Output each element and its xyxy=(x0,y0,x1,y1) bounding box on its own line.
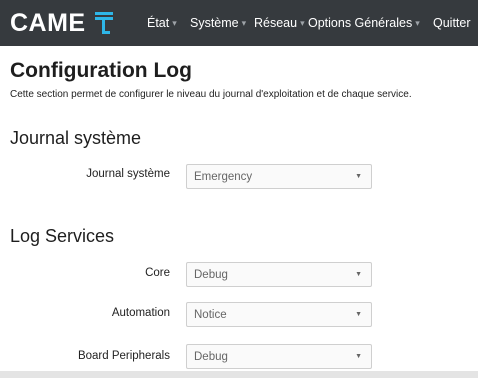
chevron-down-icon: ▾ xyxy=(241,17,247,28)
select-value: Emergency xyxy=(194,170,253,183)
chevron-down-icon: ▾ xyxy=(415,17,420,28)
chevron-down-icon: ▼ xyxy=(355,173,362,180)
automation-select[interactable]: Notice ▼ xyxy=(186,302,372,327)
nav-reseau-label: Réseau xyxy=(254,16,298,30)
section-title-journal: Journal système xyxy=(10,128,142,148)
nav-etat-label: État xyxy=(147,16,170,30)
nav-quitter[interactable]: Quitter xyxy=(433,0,471,46)
core-label: Core xyxy=(145,267,170,279)
select-value: Notice xyxy=(194,308,227,321)
top-navbar: CAME État ▾ Système ▾ Réseau ▾ Options G… xyxy=(0,0,478,46)
core-select[interactable]: Debug ▼ xyxy=(186,262,372,287)
page-description: Cette section permet de configurer le ni… xyxy=(10,89,412,100)
board-peripherals-select[interactable]: Debug ▼ xyxy=(186,344,372,369)
automation-label: Automation xyxy=(111,307,170,319)
nav-options-generales[interactable]: Options Générales ▾ xyxy=(308,0,420,46)
came-logo[interactable]: CAME xyxy=(10,8,115,38)
board-peripherals-label: Board Peripherals xyxy=(77,350,170,362)
chevron-down-icon: ▾ xyxy=(300,17,305,28)
chevron-down-icon: ▼ xyxy=(355,353,362,360)
nav-quitter-label: Quitter xyxy=(433,16,471,30)
logo-mark-icon xyxy=(93,10,115,36)
select-value: Debug xyxy=(194,268,228,281)
bottom-divider xyxy=(0,371,478,378)
page-title: Configuration Log xyxy=(10,59,192,82)
section-title-log-services: Log Services xyxy=(10,226,115,246)
nav-etat[interactable]: État ▾ xyxy=(147,0,177,46)
nav-systeme[interactable]: Système ▾ xyxy=(190,0,246,46)
chevron-down-icon: ▾ xyxy=(172,17,177,28)
journal-systeme-select[interactable]: Emergency ▼ xyxy=(186,164,372,189)
nav-reseau[interactable]: Réseau ▾ xyxy=(254,0,305,46)
nav-options-label: Options Générales xyxy=(308,16,413,30)
logo-text: CAME xyxy=(10,8,86,37)
nav-systeme-label: Système xyxy=(190,16,239,30)
chevron-down-icon: ▼ xyxy=(355,311,362,318)
select-value: Debug xyxy=(194,350,228,363)
chevron-down-icon: ▼ xyxy=(355,271,362,278)
journal-systeme-label: Journal système xyxy=(86,168,170,180)
